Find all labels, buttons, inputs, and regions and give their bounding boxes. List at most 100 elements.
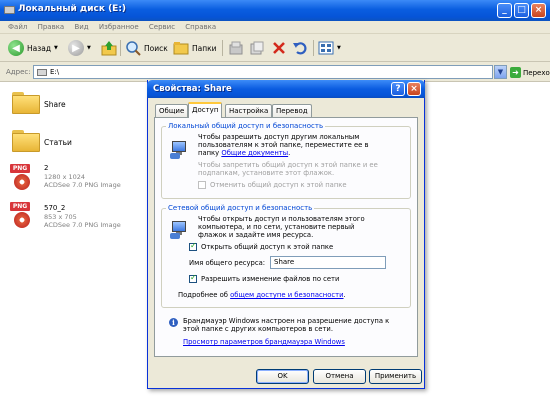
forward-button[interactable]: ▶ ▼ bbox=[68, 39, 91, 57]
cancel-button[interactable]: Отмена bbox=[313, 369, 366, 384]
drive-icon bbox=[4, 6, 15, 14]
local-sharing-heading: Локальный общий доступ и безопасность bbox=[166, 122, 326, 130]
folder-icon bbox=[12, 92, 40, 114]
back-dropdown-icon[interactable]: ▼ bbox=[54, 45, 58, 51]
back-label: Назад bbox=[27, 43, 52, 53]
menu-bar: Файл Правка Вид Избранное Сервис Справка bbox=[0, 21, 550, 34]
png-image-icon: PNG bbox=[10, 202, 40, 230]
network-sharing-group: Сетевой общий доступ и безопасность Чтоб… bbox=[161, 204, 411, 308]
unshare-checkbox[interactable] bbox=[198, 181, 206, 189]
address-label: Адрес: bbox=[6, 68, 31, 76]
menu-file[interactable]: Файл bbox=[8, 23, 27, 31]
help-button[interactable]: ? bbox=[391, 82, 405, 96]
file-dims: 1280 x 1024 bbox=[44, 173, 86, 181]
views-icon bbox=[318, 41, 334, 55]
back-button[interactable]: ◀ Назад ▼ bbox=[8, 39, 58, 57]
tab-transfer[interactable]: Перевод bbox=[272, 104, 312, 117]
address-bar: Адрес: E:\ ▼ ➜ Переход bbox=[0, 62, 550, 82]
share-name-input[interactable]: Share bbox=[270, 256, 386, 269]
views-button[interactable]: ▼ bbox=[318, 39, 341, 57]
delete-icon bbox=[273, 42, 285, 54]
share-folder-checkbox-label: Открыть общий доступ к этой папке bbox=[201, 243, 334, 251]
file-item-share[interactable]: Share bbox=[8, 88, 138, 122]
more-info-text: Подробнее об общем доступе и безопасност… bbox=[178, 291, 346, 299]
share-folder-checkbox[interactable] bbox=[189, 241, 197, 251]
menu-edit[interactable]: Правка bbox=[38, 23, 65, 31]
search-icon bbox=[126, 41, 141, 56]
apply-button[interactable]: Применить bbox=[369, 369, 422, 384]
search-button[interactable]: Поиск bbox=[125, 39, 168, 57]
copy-to-icon bbox=[250, 41, 264, 55]
dialog-titlebar[interactable]: Свойства: Share ? × bbox=[147, 80, 425, 98]
file-type: ACDSee 7.0 PNG Image bbox=[44, 181, 121, 189]
file-type: ACDSee 7.0 PNG Image bbox=[44, 221, 121, 229]
folders-button[interactable]: Папки bbox=[173, 39, 217, 57]
undo-icon bbox=[293, 42, 307, 55]
file-name: 570_2 bbox=[44, 204, 66, 212]
properties-dialog: Свойства: Share ? × Общие Доступ Настрой… bbox=[147, 80, 425, 389]
go-button[interactable]: ➜ Переход bbox=[510, 67, 550, 78]
local-text-3: папку Общие документы. bbox=[198, 149, 291, 157]
folders-icon bbox=[173, 42, 189, 55]
address-value: E:\ bbox=[50, 68, 60, 76]
move-to-button[interactable] bbox=[228, 39, 244, 57]
menu-tools[interactable]: Сервис bbox=[149, 23, 175, 31]
allow-modify-checkbox[interactable] bbox=[189, 273, 197, 283]
tab-general[interactable]: Общие bbox=[155, 104, 189, 117]
info-icon: i bbox=[169, 318, 178, 327]
back-arrow-icon: ◀ bbox=[8, 40, 24, 56]
drive-small-icon bbox=[37, 69, 47, 76]
shared-documents-link[interactable]: Общие документы bbox=[221, 149, 288, 157]
menu-view[interactable]: Вид bbox=[74, 23, 88, 31]
file-dims: 853 x 705 bbox=[44, 213, 77, 221]
local-text-5: подпапкам, установите этот флажок. bbox=[198, 169, 335, 177]
move-to-icon bbox=[229, 41, 243, 55]
close-button[interactable]: × bbox=[531, 3, 546, 18]
dialog-title: Свойства: Share bbox=[153, 84, 232, 94]
explorer-titlebar[interactable]: Локальный диск (E:) _ □ × bbox=[0, 0, 550, 21]
maximize-button[interactable]: □ bbox=[514, 3, 529, 18]
forward-dropdown-icon[interactable]: ▼ bbox=[87, 45, 91, 51]
go-arrow-icon: ➜ bbox=[510, 67, 521, 78]
allow-modify-checkbox-label: Разрешить изменение файлов по сети bbox=[201, 275, 340, 283]
dialog-close-button[interactable]: × bbox=[407, 82, 421, 96]
go-label: Переход bbox=[523, 68, 550, 77]
sharing-security-link[interactable]: общем доступе и безопасности bbox=[230, 291, 343, 299]
address-field[interactable]: E:\ bbox=[33, 65, 493, 79]
unshare-checkbox-label: Отменить общий доступ к этой папке bbox=[210, 181, 347, 189]
local-sharing-group: Локальный общий доступ и безопасность Чт… bbox=[161, 122, 411, 199]
file-item-570-2[interactable]: PNG 570_2 853 x 705 ACDSee 7.0 PNG Image bbox=[8, 200, 138, 236]
up-folder-button[interactable] bbox=[101, 39, 117, 57]
firewall-text-2: этой папке с других компьютеров в сети. bbox=[183, 325, 333, 333]
file-name: Share bbox=[44, 100, 66, 109]
up-folder-icon bbox=[101, 41, 117, 56]
menu-help[interactable]: Справка bbox=[185, 23, 216, 31]
png-image-icon: PNG bbox=[10, 164, 40, 192]
share-name-label: Имя общего ресурса: bbox=[189, 259, 266, 267]
toolbar: ◀ Назад ▼ ▶ ▼ Поиск Папки ▼ bbox=[0, 34, 550, 62]
search-label: Поиск bbox=[144, 43, 168, 53]
views-dropdown-icon[interactable]: ▼ bbox=[337, 45, 341, 51]
minimize-button[interactable]: _ bbox=[497, 3, 512, 18]
network-sharing-heading: Сетевой общий доступ и безопасность bbox=[166, 204, 315, 212]
menu-favorites[interactable]: Избранное bbox=[99, 23, 139, 31]
delete-button[interactable] bbox=[271, 39, 287, 57]
folders-label: Папки bbox=[192, 43, 217, 53]
tab-customize[interactable]: Настройка bbox=[225, 104, 273, 117]
network-text-3: флажок и задайте имя ресурса. bbox=[198, 231, 314, 239]
firewall-settings-link[interactable]: Просмотр параметров брандмауэра Windows bbox=[183, 338, 345, 347]
sharing-tab-panel: Локальный общий доступ и безопасность Чт… bbox=[154, 117, 418, 357]
undo-button[interactable] bbox=[292, 39, 308, 57]
copy-to-button[interactable] bbox=[249, 39, 265, 57]
shared-computer-icon bbox=[170, 141, 188, 159]
forward-arrow-icon: ▶ bbox=[68, 40, 84, 56]
file-name: Статьи bbox=[44, 138, 72, 147]
file-name: 2 bbox=[44, 164, 49, 172]
folder-icon bbox=[12, 130, 40, 152]
tab-sharing[interactable]: Доступ bbox=[188, 102, 223, 118]
network-share-icon bbox=[170, 221, 188, 239]
file-item-articles[interactable]: Статьи bbox=[8, 126, 138, 160]
ok-button[interactable]: OK bbox=[256, 369, 309, 384]
file-item-2[interactable]: PNG 2 1280 x 1024 ACDSee 7.0 PNG Image bbox=[8, 162, 138, 198]
address-dropdown-icon[interactable]: ▼ bbox=[494, 65, 507, 79]
